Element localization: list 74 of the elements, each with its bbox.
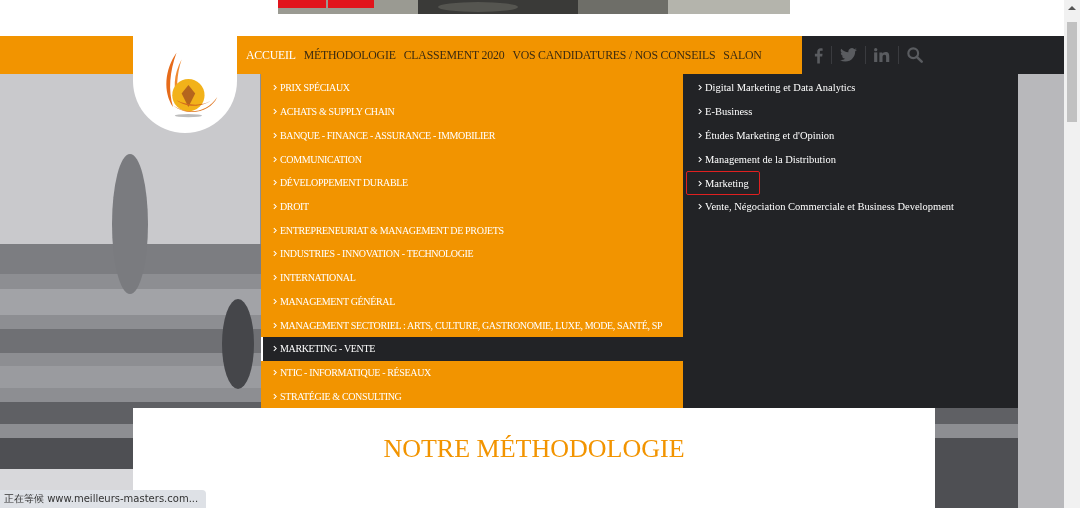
chevron-icon	[698, 155, 702, 163]
chevron-icon	[273, 155, 277, 163]
submenu-item[interactable]: Études Marketing et d'Opinion	[686, 123, 846, 148]
scroll-up-icon[interactable]	[1068, 5, 1076, 10]
submenu-item-label: E-Business	[705, 106, 753, 118]
chevron-icon	[698, 84, 702, 92]
nav-link[interactable]: ACCUEIL	[246, 47, 296, 63]
menu-item[interactable]: PRIX SPÉCIAUX	[261, 76, 683, 100]
status-bar: 正在等候 www.meilleurs-masters.com...	[0, 490, 207, 508]
submenu-item-label: Marketing	[705, 177, 749, 189]
menu-item-label: DÉVELOPPEMENT DURABLE	[280, 177, 408, 189]
submenu-item[interactable]: Marketing	[686, 171, 760, 195]
menu-item-label: MANAGEMENT SECTORIEL : ARTS, CULTURE, GASTRONOMIE, LUXE, MODE, SANTÉ, SP	[280, 319, 663, 331]
menu-item[interactable]: COMMUNICATION	[261, 147, 683, 171]
menu-item-label: PRIX SPÉCIAUX	[280, 82, 350, 94]
menu-item[interactable]: STRATÉGIE & CONSULTING	[261, 384, 683, 409]
menu-item-label: MANAGEMENT GÉNÉRAL	[280, 295, 395, 307]
chevron-icon	[273, 345, 277, 353]
menu-item[interactable]: MANAGEMENT GÉNÉRAL	[261, 289, 683, 314]
nav-link[interactable]: MÉTHODOLOGIE	[303, 47, 396, 63]
menu-item-label: MARKETING - VENTE	[280, 343, 375, 355]
twitter-icon[interactable]	[840, 48, 857, 62]
nav-link[interactable]: VOS CANDIDATURES / NOS CONSEILS	[512, 47, 716, 63]
nav-link[interactable]: SALON	[723, 47, 762, 63]
menu-item-label: STRATÉGIE & CONSULTING	[280, 390, 402, 402]
search-icon[interactable]	[907, 47, 923, 63]
submenu-item[interactable]: Management de la Distribution	[686, 147, 847, 172]
menu-item[interactable]: DÉVELOPPEMENT DURABLE	[261, 170, 683, 195]
submenu-item-label: Management de la Distribution	[705, 153, 836, 165]
scrollbar[interactable]	[1064, 0, 1080, 508]
submenu-item-label: Digital Marketing et Data Analytics	[705, 82, 856, 94]
menu-item-label: DROIT	[280, 200, 309, 212]
chevron-icon	[273, 392, 277, 400]
menu-item[interactable]: ACHATS & SUPPLY CHAIN	[261, 99, 683, 124]
submenu-item[interactable]: Vente, Négociation Commerciale et Business Development	[686, 195, 966, 219]
submenu-item[interactable]: E-Business	[686, 99, 764, 124]
chevron-icon	[273, 369, 277, 376]
menu-item[interactable]: INDUSTRIES - INNOVATION - TECHNOLOGIE	[261, 242, 683, 266]
chevron-icon	[273, 202, 277, 210]
menu-item[interactable]: MARKETING - VENTE	[261, 336, 683, 361]
scroll-thumb[interactable]	[1067, 22, 1077, 122]
menu-item[interactable]: INTERNATIONAL	[261, 265, 683, 290]
chevron-icon	[698, 108, 702, 116]
chevron-icon	[273, 226, 277, 234]
chevron-icon	[273, 179, 277, 187]
menu-item[interactable]: NTIC - INFORMATIQUE - RÉSEAUX	[261, 360, 683, 385]
linkedin-icon[interactable]	[874, 48, 890, 62]
menu-item[interactable]: DROIT	[261, 194, 683, 219]
facebook-icon[interactable]	[814, 46, 823, 64]
menu-item-label: ENTREPRENEURIAT & MANAGEMENT DE PROJETS	[280, 224, 504, 236]
submenu-item[interactable]: Digital Marketing et Data Analytics	[686, 76, 867, 100]
chevron-icon	[273, 250, 277, 258]
chevron-icon	[273, 131, 277, 139]
menu-item[interactable]: MANAGEMENT SECTORIEL : ARTS, CULTURE, GASTRONOMIE, LUXE, MODE, SANTÉ, SP	[261, 313, 683, 337]
chevron-icon	[698, 203, 702, 211]
chevron-icon	[273, 297, 277, 305]
chevron-icon	[273, 84, 277, 92]
menu-item-label: INTERNATIONAL	[280, 272, 356, 284]
chevron-icon	[273, 321, 277, 329]
submenu-item-label: Vente, Négociation Commerciale et Business Development	[705, 201, 955, 213]
chevron-icon	[273, 108, 277, 116]
chevron-icon	[273, 274, 277, 282]
menu-item[interactable]: ENTREPRENEURIAT & MANAGEMENT DE PROJETS	[261, 218, 683, 243]
nav-link[interactable]: CLASSEMENT 2020	[403, 47, 505, 63]
menu-item-label: NTIC - INFORMATIQUE - RÉSEAUX	[280, 367, 431, 378]
chevron-icon	[698, 132, 702, 139]
menu-item-label: ACHATS & SUPPLY CHAIN	[280, 106, 395, 118]
menu-item-label: INDUSTRIES - INNOVATION - TECHNOLOGIE	[280, 248, 474, 260]
menu-item-label: COMMUNICATION	[280, 153, 362, 165]
menu-item-label: BANQUE - FINANCE - ASSURANCE - IMMOBILIER	[280, 129, 496, 141]
menu-item[interactable]: BANQUE - FINANCE - ASSURANCE - IMMOBILIER	[261, 123, 683, 148]
submenu-item-label: Études Marketing et d'Opinion	[705, 130, 835, 141]
chevron-icon	[698, 179, 702, 187]
section-title: NOTRE MÉTHODOLOGIE	[383, 434, 685, 464]
